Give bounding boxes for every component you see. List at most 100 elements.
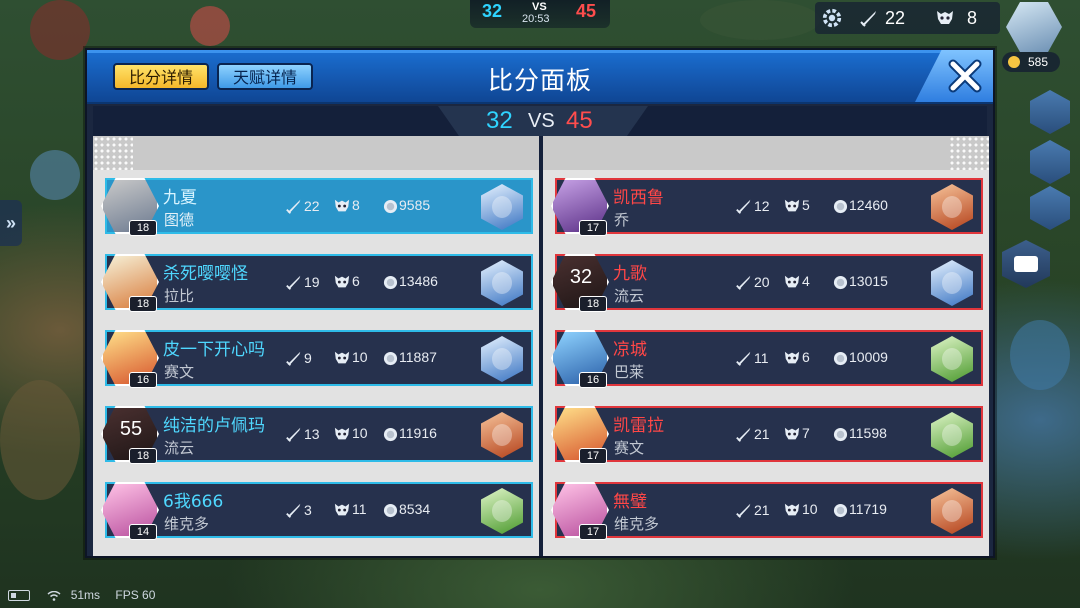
sword-icon <box>735 350 754 366</box>
player-name: 九歌 <box>613 264 647 284</box>
kills-value: 20 <box>754 274 770 290</box>
hero-level: 14 <box>129 524 157 540</box>
respawn-timer: 32 <box>569 266 593 288</box>
deaths-stat: 6 <box>783 349 810 366</box>
kills-stat: 22 <box>285 197 320 215</box>
hero-name: 乔 <box>614 211 630 229</box>
hero-name: 赛文 <box>164 363 195 381</box>
deaths-value: 7 <box>802 425 810 441</box>
kills-value: 21 <box>754 426 770 442</box>
player-stats-hud: 22 8 <box>815 2 1000 34</box>
skull-icon <box>937 11 953 24</box>
sword-icon <box>285 502 304 518</box>
deaths-value: 10 <box>352 425 368 441</box>
gold-value: 10009 <box>849 349 888 365</box>
skull-icon <box>783 273 802 289</box>
player-row[interactable]: 55 18 纯洁的卢佩玛 流云 13 10 11916 <box>101 406 533 464</box>
status-bar: 51ms FPS 60 <box>8 588 155 606</box>
deaths-value: 6 <box>802 349 810 365</box>
equipment-icon[interactable] <box>931 336 973 382</box>
player-row[interactable]: 14 6我666 维克多 3 11 8534 <box>101 482 533 540</box>
skull-icon <box>333 349 352 365</box>
player-name: 凯西鲁 <box>613 188 664 208</box>
gold-value: 11916 <box>399 425 437 441</box>
gold-value: 13015 <box>849 273 888 289</box>
team-score-blue: 32 <box>486 107 513 134</box>
hero-name: 图德 <box>164 211 195 229</box>
coin-icon <box>833 197 849 214</box>
deaths-value: 10 <box>802 501 818 517</box>
hero-name: 拉比 <box>164 287 195 305</box>
player-row[interactable]: 17 凯西鲁乔 12 5 12460 <box>551 178 983 236</box>
sword-icon <box>285 198 304 214</box>
deaths-stat: 7 <box>783 425 810 442</box>
player-row[interactable]: 16 凉城 巴莱 11 6 10009 <box>551 330 983 388</box>
hero-level: 17 <box>579 220 607 236</box>
top-scoreboard: 32 VS 20:53 45 <box>470 0 610 28</box>
player-row[interactable]: 17 凯雷拉 赛文 21 7 11598 <box>551 406 983 464</box>
player-name: 無璧 <box>613 492 647 512</box>
team-score-tab: 32 VS 45 <box>438 106 648 136</box>
coin-icon <box>383 501 399 518</box>
kills-value: 12 <box>754 198 770 214</box>
close-icon <box>948 59 982 93</box>
hero-name: 巴莱 <box>614 363 645 381</box>
gold-stat: 11916 <box>383 425 437 442</box>
kills-value: 13 <box>304 426 320 442</box>
coin-icon <box>383 197 399 214</box>
equipment-icon[interactable] <box>481 412 523 458</box>
gold-stat: 11719 <box>833 501 887 518</box>
player-name: 纯洁的卢佩玛 <box>163 416 265 436</box>
equipment-icon[interactable] <box>931 488 973 534</box>
top-score-vs: VS <box>532 1 547 13</box>
kills-value: 21 <box>754 502 770 518</box>
player-row[interactable]: 16 皮一下开心吗 赛文 9 10 11887 <box>101 330 533 388</box>
coin-icon <box>833 425 849 442</box>
player-row[interactable]: 18 杀死嘤嘤怪 拉比 19 6 13486 <box>101 254 533 312</box>
equipment-icon[interactable] <box>931 412 973 458</box>
kills-stat: 19 <box>285 273 320 291</box>
equipment-icon[interactable] <box>481 184 523 230</box>
sword-icon <box>735 274 754 290</box>
deaths-value: 5 <box>802 197 810 213</box>
fps-readout: FPS 60 <box>115 588 156 602</box>
kills-stat: 12 <box>735 197 770 215</box>
hero-name: 维克多 <box>164 515 210 533</box>
deaths-value: 4 <box>802 273 810 289</box>
scoreboard-body: 32 VS 45 18 九夏 图德 22 8 9585 18 杀死嘤嘤怪 拉比 19 6 13486 1… <box>93 106 989 556</box>
gold-display: 585 <box>1002 52 1060 72</box>
skull-icon <box>783 501 802 517</box>
gold-stat: 11887 <box>383 349 437 366</box>
equipment-icon[interactable] <box>931 184 973 230</box>
gear-icon[interactable] <box>821 7 843 29</box>
sword-icon <box>285 274 304 290</box>
scoreboard-dialog: 比分详情 天赋详情 比分面板 32 VS 45 18 九夏 图德 22 8 9585 18 杀… <box>85 48 995 558</box>
player-row[interactable]: 32 18 九歌 流云 20 4 13015 <box>551 254 983 312</box>
sword-icon <box>735 198 754 214</box>
equipment-icon[interactable] <box>481 488 523 534</box>
sword-icon <box>735 426 754 442</box>
coin-icon <box>833 349 849 366</box>
kills-stat: 21 <box>735 501 770 519</box>
dialog-header: 比分详情 天赋详情 比分面板 <box>87 50 993 104</box>
coin-icon <box>833 273 849 290</box>
gold-stat: 10009 <box>833 349 888 366</box>
deaths-stat: 4 <box>783 273 810 290</box>
kills-value: 22 <box>304 198 320 214</box>
skull-icon <box>333 425 352 441</box>
equipment-icon[interactable] <box>931 260 973 306</box>
skull-icon <box>333 501 352 517</box>
gold-stat: 12460 <box>833 197 888 214</box>
gold-stat: 8534 <box>383 501 430 518</box>
player-name: 6我666 <box>163 492 224 512</box>
equipment-icon[interactable] <box>481 336 523 382</box>
expand-left-button[interactable]: » <box>0 200 22 246</box>
player-row[interactable]: 17 無璧 维克多 21 10 11719 <box>551 482 983 540</box>
dialog-title: 比分面板 <box>487 66 592 95</box>
equipment-icon[interactable] <box>481 260 523 306</box>
battery-icon <box>8 590 30 602</box>
gold-value: 13486 <box>399 273 438 289</box>
gold-stat: 9585 <box>383 197 430 214</box>
kills-stat: 20 <box>735 273 770 291</box>
player-row[interactable]: 18 九夏 图德 22 8 9585 <box>101 178 533 236</box>
